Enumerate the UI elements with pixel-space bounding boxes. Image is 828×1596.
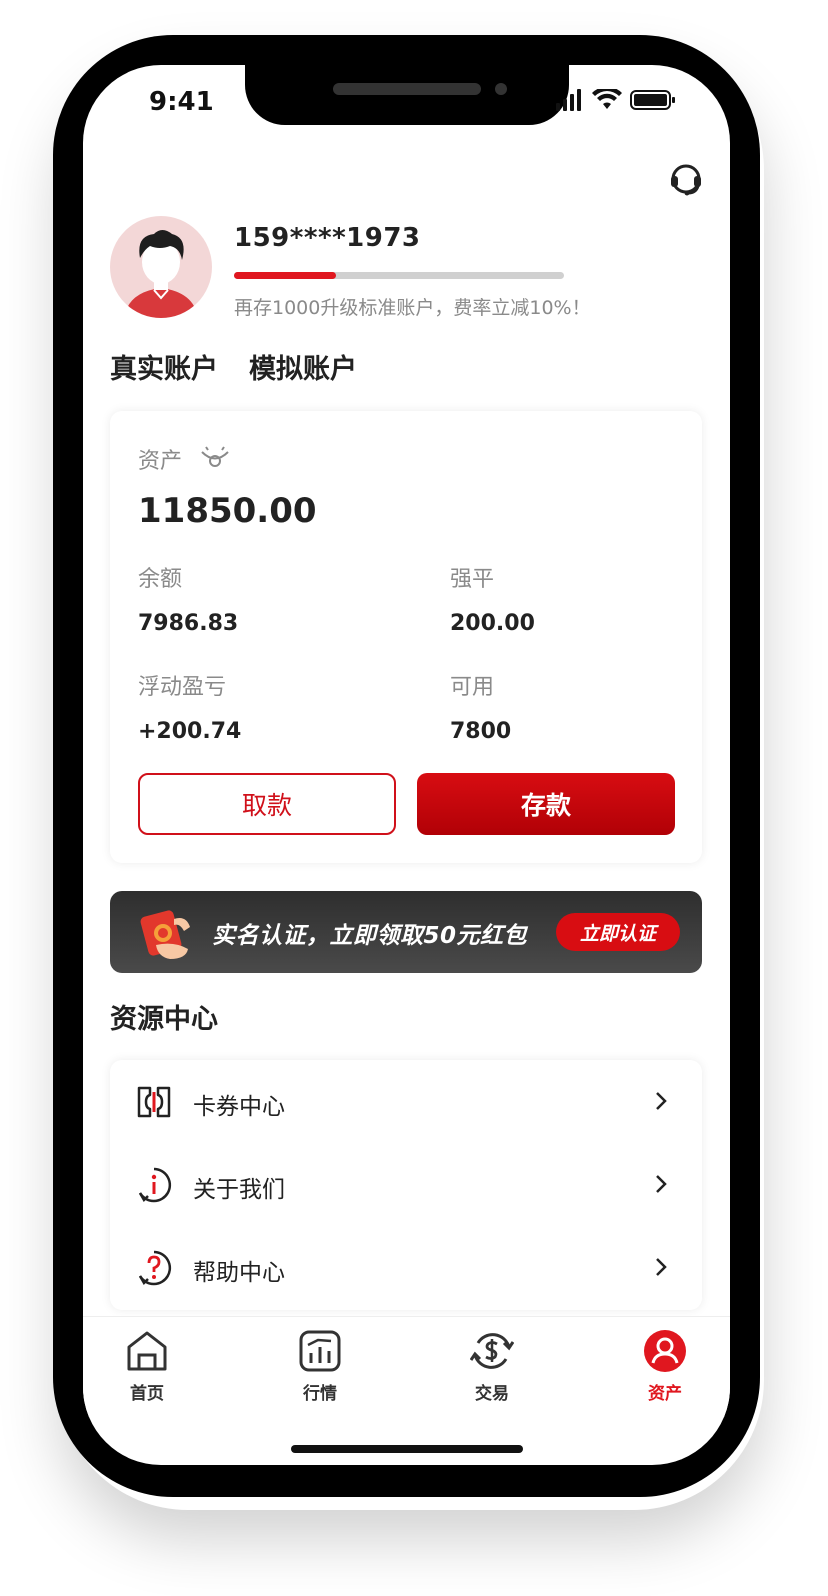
- tab-real-label: 真实账户: [110, 354, 218, 385]
- upgrade-hint: 再存1000升级标准账户，费率立减10%！: [234, 297, 591, 319]
- stat-floating-pl-value: +200.74: [138, 719, 242, 744]
- camera: [495, 83, 507, 95]
- banner-text: 实名认证，立即领取50元红包: [212, 923, 528, 949]
- resource-list: 卡券中心 关于我们 帮助中心: [110, 1060, 702, 1310]
- tabbar-trade-label: 交易: [475, 1384, 509, 1404]
- signal-icon: [556, 89, 581, 111]
- battery-icon: [630, 90, 675, 110]
- customer-service-icon[interactable]: [668, 161, 704, 197]
- deposit-button[interactable]: 存款: [417, 773, 675, 835]
- tabbar-home[interactable]: 首页: [97, 1329, 197, 1404]
- market-icon: [299, 1330, 341, 1372]
- tabbar-market[interactable]: 行情: [270, 1329, 370, 1404]
- speaker: [333, 83, 481, 95]
- verify-now-button[interactable]: 立即认证: [556, 913, 680, 951]
- notch: [245, 65, 569, 125]
- list-item-label: 关于我们: [193, 1177, 285, 1203]
- status-time: 9:41: [149, 87, 214, 117]
- trade-icon: [470, 1333, 514, 1369]
- tabbar-home-label: 首页: [130, 1384, 164, 1404]
- resource-center-title: 资源中心: [110, 997, 220, 1038]
- chevron-right-icon: [656, 1258, 667, 1276]
- tab-demo-label: 模拟账户: [249, 354, 357, 385]
- tabbar-trade[interactable]: 交易: [442, 1329, 542, 1404]
- asset-card: 资产 11850.00 余额 7986.83 强平 200.00 浮动盈亏 +2…: [110, 411, 702, 863]
- stat-balance-value: 7986.83: [138, 611, 239, 636]
- chevron-right-icon: [656, 1092, 667, 1110]
- list-item-about[interactable]: 关于我们: [110, 1143, 702, 1226]
- stat-available-value: 7800: [450, 719, 512, 744]
- help-icon: [138, 1250, 172, 1286]
- upgrade-progress-fill: [234, 272, 337, 279]
- upgrade-progress-bar: [234, 272, 564, 279]
- stat-liquidation-label: 强平: [450, 567, 495, 592]
- asset-icon: [644, 1330, 686, 1372]
- red-envelope-icon: [140, 910, 190, 959]
- asset-total: 11850.00: [138, 491, 317, 531]
- wifi-icon: [592, 89, 622, 109]
- info-icon: [138, 1167, 172, 1203]
- asset-label: 资产: [138, 449, 183, 474]
- stat-balance-label: 余额: [138, 567, 183, 592]
- tabbar-assets-label: 资产: [648, 1384, 682, 1404]
- coupon-icon: [137, 1086, 171, 1118]
- status-icons: [554, 89, 676, 111]
- eye-toggle-icon[interactable]: [200, 445, 230, 469]
- verification-banner[interactable]: 实名认证，立即领取50元红包 立即认证: [110, 891, 702, 973]
- avatar-illustration: [124, 230, 198, 318]
- tabbar-assets[interactable]: 资产: [615, 1329, 715, 1404]
- avatar[interactable]: [110, 216, 212, 318]
- withdraw-button[interactable]: 取款: [138, 773, 396, 835]
- stat-available-label: 可用: [450, 675, 495, 700]
- list-item-label: 卡券中心: [193, 1094, 285, 1120]
- home-indicator: [291, 1445, 523, 1453]
- stat-liquidation-value: 200.00: [450, 611, 535, 636]
- tabbar-market-label: 行情: [303, 1384, 337, 1404]
- app-screen: 9:41 159****1973 再存1000升级标准账户，费率立减10%！ 真…: [83, 65, 730, 1465]
- bottom-tab-bar: 首页 行情 交易 资产: [83, 1316, 730, 1417]
- home-icon: [127, 1331, 167, 1371]
- list-item-label: 帮助中心: [193, 1260, 285, 1286]
- tab-real-account[interactable]: 真实账户: [110, 347, 220, 388]
- tab-demo-account[interactable]: 模拟账户: [249, 347, 357, 386]
- stat-floating-pl-label: 浮动盈亏: [138, 675, 227, 700]
- list-item-help[interactable]: 帮助中心: [110, 1226, 702, 1309]
- user-phone: 159****1973: [234, 223, 421, 253]
- list-item-coupons[interactable]: 卡券中心: [110, 1060, 702, 1143]
- resource-center-title-text: 资源中心: [110, 1004, 218, 1035]
- chevron-right-icon: [656, 1175, 667, 1193]
